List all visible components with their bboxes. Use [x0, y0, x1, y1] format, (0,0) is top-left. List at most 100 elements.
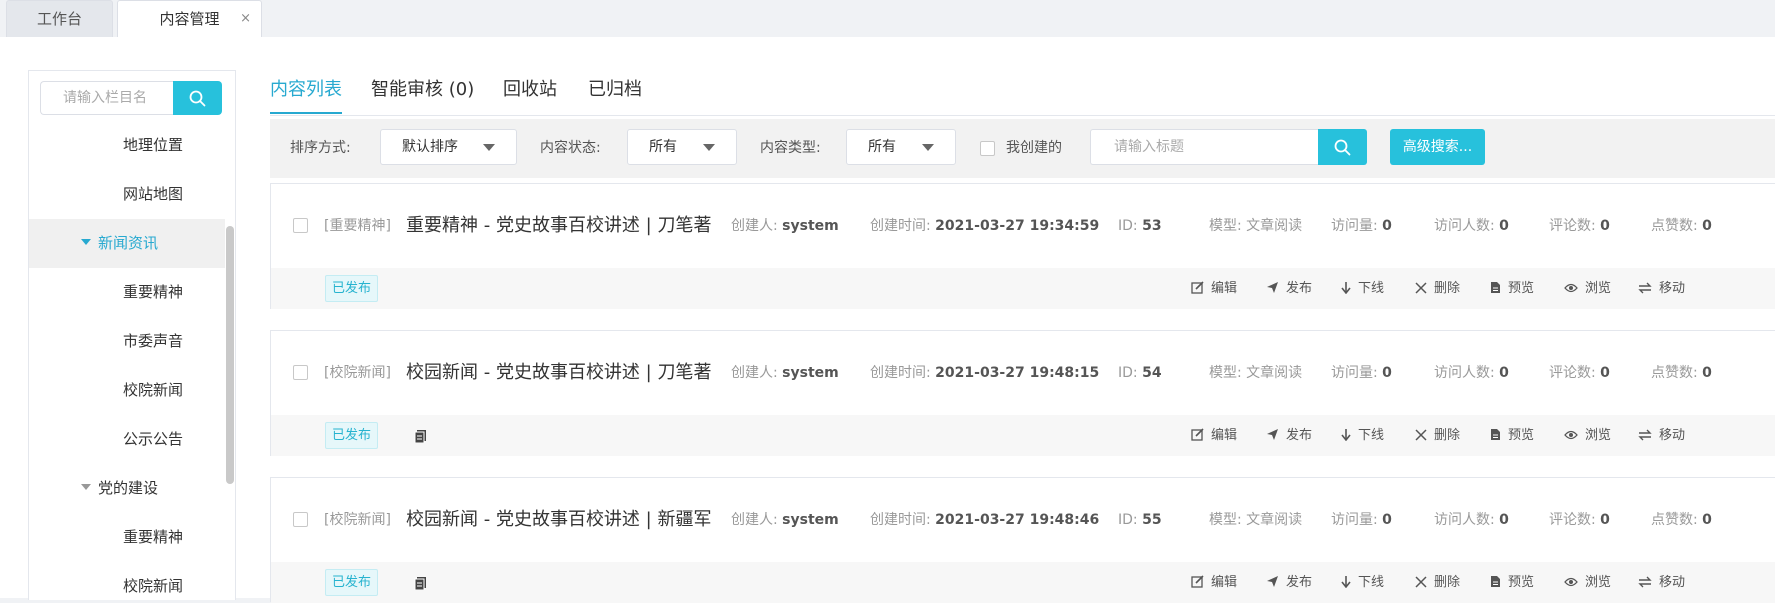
content-card: [重要精神] 重要精神 - 党史故事百校讲述 | 刀笔著... 创建人: sys… — [270, 183, 1775, 309]
tab-label: 内容管理 — [159, 10, 220, 28]
edit-button[interactable]: 编辑 — [1191, 562, 1237, 603]
delete-button[interactable]: 删除 — [1415, 268, 1460, 309]
model: 模型: 文章阅读 — [1209, 512, 1303, 528]
content-id: ID: 53 — [1118, 218, 1162, 234]
preview-button[interactable]: 预览 — [1490, 415, 1534, 456]
page-content: 请输入栏目名 地理位置 网站地图 新闻资讯 重要精神 市委声音 校院新闻 公示公… — [0, 37, 1775, 603]
tree-item-school-news[interactable]: 校院新闻 — [29, 366, 225, 415]
eye-icon — [1564, 577, 1578, 586]
caret-down-icon[interactable] — [81, 238, 91, 245]
close-icon[interactable]: × — [240, 1, 251, 37]
views: 访问量: 0 — [1331, 218, 1392, 234]
tab-content-management[interactable]: 内容管理 × — [117, 0, 262, 37]
content-id: ID: 54 — [1118, 365, 1162, 381]
arrow-down-icon — [1341, 429, 1351, 442]
copy-icon[interactable] — [414, 576, 428, 590]
sort-label: 排序方式: — [290, 140, 351, 156]
tree-item-news[interactable]: 新闻资讯 — [29, 219, 225, 268]
tab-recycle-bin[interactable]: 回收站 — [503, 67, 557, 112]
caret-down-icon — [483, 144, 495, 151]
tree-item-party-building[interactable]: 党的建设 — [29, 464, 225, 513]
file-icon — [1491, 282, 1500, 293]
channel-search-button[interactable] — [173, 81, 222, 115]
creator: 创建人: system — [731, 218, 839, 234]
close-icon — [1415, 428, 1427, 441]
more-actions-button[interactable]: ··· — [1587, 268, 1603, 304]
tree-item-municipal-voice[interactable]: 市委声音 — [29, 317, 225, 366]
offline-button[interactable]: 下线 — [1341, 268, 1384, 309]
mine-label[interactable]: 我创建的 — [1006, 119, 1062, 178]
preview-button[interactable]: 预览 — [1490, 268, 1534, 309]
file-icon — [1491, 429, 1500, 440]
tab-archived[interactable]: 已归档 — [588, 67, 642, 112]
search-icon — [189, 90, 206, 107]
comments: 评论数: 0 — [1549, 365, 1610, 381]
delete-button[interactable]: 删除 — [1415, 415, 1460, 456]
sort-select[interactable]: 默认排序 — [380, 129, 517, 165]
views: 访问量: 0 — [1331, 365, 1392, 381]
send-icon — [1267, 282, 1278, 293]
card-footer: 已发布 编辑 发布 下线 删除 预览 浏览 移动 ··· — [271, 562, 1775, 603]
swap-icon — [1638, 429, 1652, 440]
arrow-down-icon — [1341, 576, 1351, 589]
title-search-input[interactable]: 请输入标题 — [1090, 129, 1318, 165]
content-title[interactable]: 校园新闻 - 党史故事百校讲述 | 新疆军... — [406, 478, 711, 562]
move-button[interactable]: 移动 — [1638, 268, 1685, 309]
model: 模型: 文章阅读 — [1209, 365, 1303, 381]
send-icon — [1267, 576, 1278, 587]
publish-button[interactable]: 发布 — [1266, 268, 1312, 309]
publish-button[interactable]: 发布 — [1266, 562, 1312, 603]
status-select[interactable]: 所有 — [627, 129, 737, 165]
channel-search-input[interactable]: 请输入栏目名 — [40, 81, 173, 115]
delete-button[interactable]: 删除 — [1415, 562, 1460, 603]
publish-button[interactable]: 发布 — [1266, 415, 1312, 456]
content-title[interactable]: 校园新闻 - 党史故事百校讲述 | 刀笔著... — [406, 331, 711, 415]
advanced-search-button[interactable]: 高级搜索... — [1390, 129, 1485, 165]
file-icon — [1491, 576, 1500, 587]
move-button[interactable]: 移动 — [1638, 415, 1685, 456]
title-search-button[interactable] — [1318, 129, 1367, 165]
row-checkbox[interactable] — [293, 218, 308, 233]
tree-item-location[interactable]: 地理位置 — [29, 121, 225, 170]
category-tag: [校院新闻] — [324, 512, 391, 528]
row-checkbox[interactable] — [293, 365, 308, 380]
status-label: 内容状态: — [540, 140, 601, 156]
tab-workbench[interactable]: 工作台 — [6, 0, 113, 37]
likes: 点赞数: 0 — [1651, 218, 1712, 234]
copy-icon[interactable] — [414, 429, 428, 443]
tab-smart-review[interactable]: 智能审核 (0) — [371, 67, 474, 112]
edit-icon — [1191, 281, 1204, 294]
mine-checkbox[interactable] — [980, 141, 995, 156]
swap-icon — [1638, 282, 1652, 293]
tree-item-important-spirit-2[interactable]: 重要精神 — [29, 513, 225, 562]
move-button[interactable]: 移动 — [1638, 562, 1685, 603]
category-tag: [校院新闻] — [324, 365, 391, 381]
tree-item-announcements[interactable]: 公示公告 — [29, 415, 225, 464]
content-title[interactable]: 重要精神 - 党史故事百校讲述 | 刀笔著... — [406, 184, 711, 268]
visitors: 访问人数: 0 — [1434, 218, 1509, 234]
status-badge: 已发布 — [325, 422, 379, 449]
offline-button[interactable]: 下线 — [1341, 562, 1384, 603]
close-icon — [1415, 281, 1427, 294]
content-card: [校院新闻] 校园新闻 - 党史故事百校讲述 | 新疆军... 创建人: sys… — [270, 477, 1775, 603]
edit-button[interactable]: 编辑 — [1191, 415, 1237, 456]
sidebar-scrollbar[interactable] — [226, 226, 234, 484]
tree-item-important-spirit[interactable]: 重要精神 — [29, 268, 225, 317]
type-select[interactable]: 所有 — [846, 129, 956, 165]
close-icon — [1415, 575, 1427, 588]
status-badge: 已发布 — [325, 569, 379, 596]
arrow-down-icon — [1341, 282, 1351, 295]
edit-button[interactable]: 编辑 — [1191, 268, 1237, 309]
card-footer: 已发布 编辑 发布 下线 删除 预览 浏览 移动 ··· — [271, 415, 1775, 456]
search-icon — [1334, 139, 1351, 156]
tree-item-sitemap[interactable]: 网站地图 — [29, 170, 225, 219]
preview-button[interactable]: 预览 — [1490, 562, 1534, 603]
tree-item-school-news-2[interactable]: 校院新闻 — [29, 562, 225, 600]
row-checkbox[interactable] — [293, 512, 308, 527]
offline-button[interactable]: 下线 — [1341, 415, 1384, 456]
filter-bar: 排序方式: 默认排序 内容状态: 所有 内容类型: 所有 我创建的 请输入标题 … — [270, 119, 1775, 178]
more-actions-button[interactable]: ··· — [1587, 415, 1603, 451]
more-actions-button[interactable]: ··· — [1587, 562, 1603, 598]
caret-down-icon[interactable] — [81, 483, 91, 490]
tab-content-list[interactable]: 内容列表 — [270, 67, 342, 114]
